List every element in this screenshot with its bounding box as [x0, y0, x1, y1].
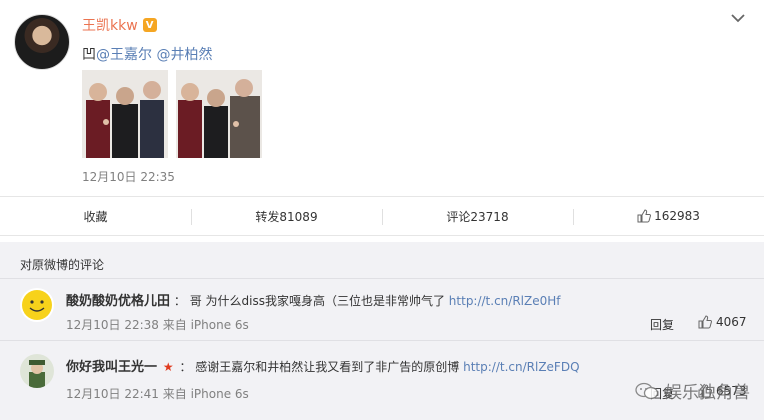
commenter-avatar[interactable]: [20, 288, 54, 322]
comment-label: 评论23718: [446, 209, 509, 224]
wechat-icon: [635, 382, 659, 399]
verified-badge-icon: V: [142, 18, 157, 32]
weibo-post: 王凯kkw V 凹@王嘉尔 @井柏然 12月10日 22:35: [0, 0, 764, 195]
post-timestamp[interactable]: 12月10日 22:35: [82, 168, 175, 185]
post-photo[interactable]: [176, 70, 262, 158]
comment-link[interactable]: http://t.cn/RlZeFDQ: [463, 360, 579, 374]
like-count: 162983: [654, 209, 700, 223]
repost-label: 转发81089: [255, 209, 318, 224]
thumbs-up-icon: [698, 315, 712, 329]
mention-link[interactable]: @井柏然: [156, 47, 212, 63]
mention-link[interactable]: @王嘉尔: [96, 47, 152, 63]
comment-text: 感谢王嘉尔和井柏然让我又看到了非广告的原创博: [195, 360, 460, 374]
user-avatar[interactable]: [14, 14, 70, 70]
comment-body: 你好我叫王光一 ★ ： 感谢王嘉尔和井柏然让我又看到了非广告的原创博 http:…: [66, 356, 580, 375]
comment-meta: 12月10日 22:41 来自 iPhone 6s: [66, 387, 249, 401]
commenter-name[interactable]: 酸奶酸奶优格儿田: [66, 294, 170, 309]
favorite-button[interactable]: 收藏: [0, 197, 191, 235]
comments-title: 对原微博的评论: [20, 258, 105, 272]
divider: [0, 340, 764, 341]
like-button[interactable]: 162983: [573, 197, 764, 235]
username-link[interactable]: 王凯kkw: [82, 15, 138, 35]
name-row: 王凯kkw V: [82, 15, 157, 35]
post-photo[interactable]: [82, 70, 168, 158]
reply-button[interactable]: 回复: [650, 316, 674, 333]
comment-body: 酸奶酸奶优格儿田 ： 哥 为什么diss我家嘎身高（三位也是非常帅气了 http…: [66, 290, 560, 309]
favorite-label: 收藏: [83, 209, 108, 224]
commenter-avatar[interactable]: [20, 354, 54, 388]
post-text: 凹@王嘉尔 @井柏然: [82, 44, 212, 64]
comment-separator: ：: [179, 360, 192, 374]
photo-grid: [82, 70, 262, 158]
comment-link[interactable]: http://t.cn/RlZe0Hf: [449, 294, 561, 308]
comment-like-button[interactable]: 4067: [698, 315, 747, 329]
comment-text: 哥 为什么diss我家嘎身高（三位也是非常帅气了: [189, 294, 445, 308]
comment-like-count: 4067: [716, 315, 747, 329]
comment-button[interactable]: 评论23718: [382, 197, 573, 235]
comment-meta: 12月10日 22:38 来自 iPhone 6s: [66, 318, 249, 332]
watermark-text: 娱乐独角兽: [665, 383, 750, 403]
thumbs-up-icon: [637, 209, 652, 223]
comment-separator: ：: [173, 294, 186, 308]
repost-button[interactable]: 转发81089: [191, 197, 382, 235]
action-bar: 收藏 转发81089 评论23718 162983: [0, 196, 764, 236]
chevron-down-icon[interactable]: [730, 12, 746, 24]
post-text-prefix: 凹: [82, 47, 96, 63]
commenter-name[interactable]: 你好我叫王光一: [66, 360, 157, 375]
watermark: 娱乐独角兽: [635, 378, 750, 403]
star-badge-icon: ★: [162, 360, 174, 374]
divider: [0, 278, 764, 279]
